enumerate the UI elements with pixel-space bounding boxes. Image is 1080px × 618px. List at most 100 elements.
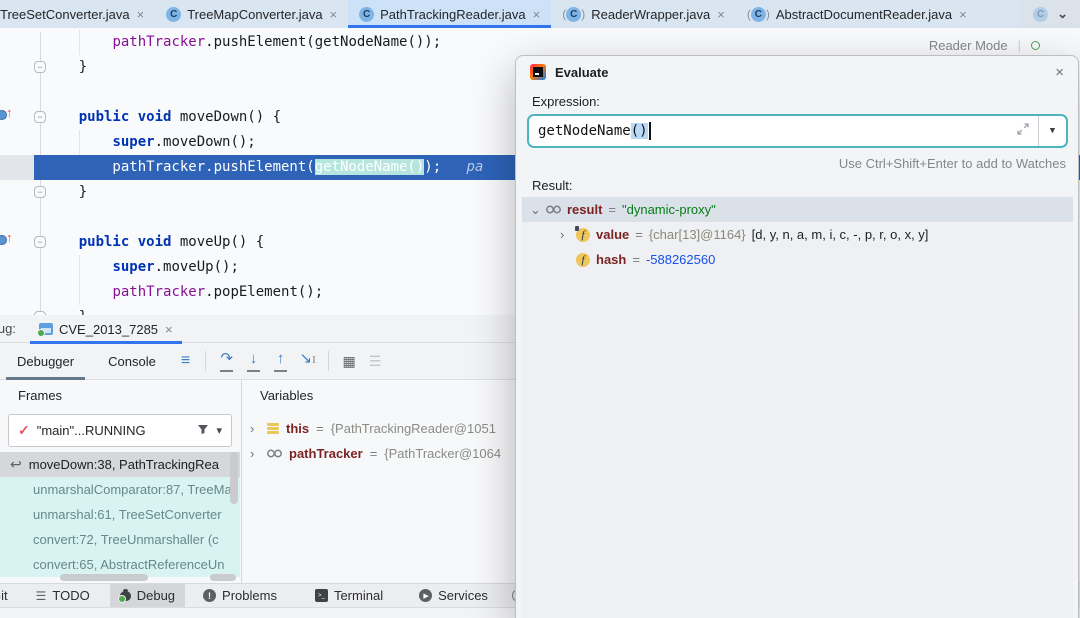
chevron-down-icon[interactable]: ▾ <box>216 424 222 437</box>
variable-row[interactable]: › this = {PathTrackingReader@1051 <box>242 416 515 441</box>
fold-marker[interactable]: − <box>34 186 46 198</box>
close-icon[interactable]: × <box>1055 64 1064 81</box>
debugger-toolbar: Debugger Console ≡ ↷ ↓ ↑ ↘I ▦ ☰ <box>0 343 515 380</box>
tab-treesetconverter[interactable]: TreeSetConverter.java × <box>0 0 155 28</box>
class-icon: C <box>166 7 181 22</box>
field-icon: f <box>576 253 590 267</box>
expression-input[interactable]: getNodeName() ▼ <box>527 114 1068 148</box>
problems-icon: ! <box>203 589 216 602</box>
step-out-icon[interactable]: ↑ <box>267 349 294 373</box>
object-icon <box>267 449 282 458</box>
class-icon: C <box>359 7 374 22</box>
close-icon[interactable]: × <box>137 7 145 22</box>
filter-icon[interactable] <box>197 423 209 438</box>
frame-row[interactable]: unmarshalComparator:87, TreeMa <box>0 477 240 502</box>
divider <box>205 351 206 371</box>
ide-window: TreeSetConverter.java × C TreeMapConvert… <box>0 0 1080 618</box>
object-icon <box>546 205 561 214</box>
overriding-method-gutter-icon[interactable]: ↑ <box>0 233 17 247</box>
tab-abstractdocumentreader[interactable]: C AbstractDocumentReader.java × <box>736 0 978 28</box>
toolbar-item-debug[interactable]: Debug <box>110 584 185 608</box>
play-icon: ▶ <box>419 589 432 602</box>
chevron-down-icon[interactable]: ⌄ <box>530 202 540 218</box>
tab-label: ReaderWrapper.java <box>591 7 710 22</box>
result-tree: ⌄ result = "dynamic-proxy" › f value = {… <box>522 197 1073 618</box>
frames-list: ↩ moveDown:38, PathTrackingRea unmarshal… <box>0 452 240 577</box>
chevron-right-icon[interactable]: › <box>560 227 570 242</box>
hidden-tabs-area: C ⌄ <box>1021 0 1080 28</box>
debug-tool-window: Debug: CVE_2013_7285 × Debugger Console … <box>0 315 515 583</box>
chevron-right-icon[interactable]: › <box>250 446 260 461</box>
return-arrow-icon: ↩ <box>10 456 22 473</box>
result-row[interactable]: ⌄ result = "dynamic-proxy" <box>522 197 1073 222</box>
field-icon: f <box>576 228 590 242</box>
tab-console[interactable]: Console <box>91 343 173 380</box>
text-caret <box>649 122 651 140</box>
toolbar-item-todo[interactable]: ☰ TODO <box>26 584 100 608</box>
thread-label: "main"...RUNNING <box>37 423 146 438</box>
session-tab-label: CVE_2013_7285 <box>59 322 158 337</box>
layout-options-icon[interactable]: ≡ <box>181 352 190 370</box>
debug-session-header: Debug: CVE_2013_7285 × <box>0 315 515 343</box>
frame-row[interactable]: ↩ moveDown:38, PathTrackingRea <box>0 452 240 477</box>
frame-row[interactable]: convert:72, TreeUnmarshaller (c <box>0 527 240 552</box>
toolbar-item-terminal[interactable]: >_ Terminal <box>305 584 393 608</box>
toolbar-item-git[interactable]: Git <box>0 584 12 608</box>
todo-list-icon: ☰ <box>36 589 47 603</box>
run-to-cursor-icon[interactable]: ↘I <box>294 349 321 373</box>
expand-editor-icon[interactable] <box>1016 122 1030 140</box>
close-icon[interactable]: × <box>330 7 338 22</box>
reader-mode-banner[interactable]: Reader Mode | <box>929 38 1040 53</box>
debug-console-icon <box>39 323 53 335</box>
evaluated-expression-highlight: getNodeName() <box>315 159 425 175</box>
tab-readerwrapper[interactable]: C ReaderWrapper.java × <box>551 0 736 28</box>
tab-label: TreeSetConverter.java <box>0 7 130 22</box>
frames-panel: Frames ✓ "main"...RUNNING ▾ ↩ moveDown:3… <box>0 380 240 583</box>
debug-session-tab[interactable]: CVE_2013_7285 × <box>30 315 182 343</box>
variables-panel: Variables › this = {PathTrackingReader@1… <box>241 380 515 583</box>
result-label: Result: <box>532 178 572 193</box>
toolbar-item-problems[interactable]: ! Problems <box>193 584 287 608</box>
result-row[interactable]: f hash = -588262560 <box>522 247 1073 272</box>
evaluate-expression-icon[interactable]: ▦ <box>336 353 362 370</box>
toolbar-item-services[interactable]: ▶ Services <box>409 584 498 608</box>
close-icon[interactable]: × <box>165 322 173 337</box>
debug-window-label: Debug: <box>0 321 16 336</box>
chevron-down-icon[interactable]: ⌄ <box>1057 6 1068 22</box>
variable-row[interactable]: › pathTracker = {PathTracker@1064 <box>242 441 515 466</box>
close-icon[interactable]: × <box>959 7 967 22</box>
history-dropdown-icon[interactable]: ▼ <box>1039 126 1066 136</box>
fold-marker[interactable]: − <box>34 61 46 73</box>
mute-breakpoints-icon[interactable]: ☰ <box>362 353 388 370</box>
variables-list: › this = {PathTrackingReader@1051 › path… <box>242 416 515 466</box>
frames-header: Frames <box>18 388 62 403</box>
frame-row[interactable]: unmarshal:61, TreeSetConverter <box>0 502 240 527</box>
close-icon[interactable]: × <box>717 7 725 22</box>
step-over-icon[interactable]: ↷ <box>213 349 240 373</box>
horizontal-scrollbar[interactable] <box>60 574 148 581</box>
code-line: pathTracker.pushElement(getNodeName()); <box>0 30 1080 55</box>
debugger-panels: Frames ✓ "main"...RUNNING ▾ ↩ moveDown:3… <box>0 380 515 583</box>
chevron-right-icon[interactable]: › <box>250 421 260 436</box>
tab-treemapconverter[interactable]: C TreeMapConverter.java × <box>155 0 348 28</box>
fold-marker[interactable]: − <box>34 236 46 248</box>
settings-icon[interactable] <box>1031 41 1040 50</box>
fold-marker[interactable]: − <box>34 111 46 123</box>
tab-pathtrackingreader[interactable]: C PathTrackingReader.java × <box>348 0 551 28</box>
horizontal-scrollbar[interactable] <box>210 574 236 581</box>
step-into-icon[interactable]: ↓ <box>240 349 267 373</box>
vertical-scrollbar[interactable] <box>230 452 238 504</box>
thread-selector[interactable]: ✓ "main"...RUNNING ▾ <box>8 414 232 447</box>
overriding-method-gutter-icon[interactable]: ↑ <box>0 108 17 122</box>
result-row[interactable]: › f value = {char[13]@1164} [d, y, n, a,… <box>522 222 1073 247</box>
decompiled-class-icon: C <box>562 7 585 22</box>
decompiled-class-icon: C <box>747 7 770 22</box>
tab-debugger[interactable]: Debugger <box>0 343 91 380</box>
expression-label: Expression: <box>532 94 600 109</box>
close-icon[interactable]: × <box>533 7 541 22</box>
expression-text: getNodeName <box>538 123 631 139</box>
this-object-icon <box>267 423 279 434</box>
dialog-title: Evaluate <box>555 65 608 80</box>
dialog-title-bar[interactable]: Evaluate × <box>516 56 1078 88</box>
tab-label: AbstractDocumentReader.java <box>776 7 952 22</box>
